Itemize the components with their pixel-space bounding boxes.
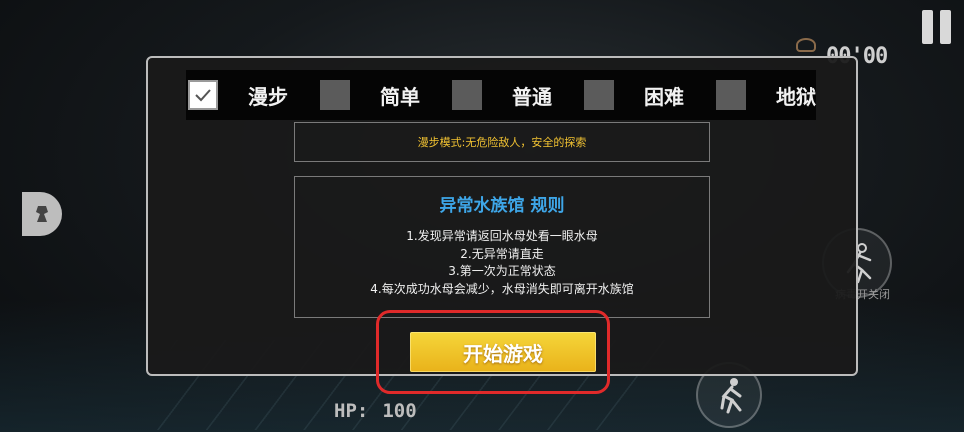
character-icon [36,206,48,222]
hp-value: 100 [382,400,417,422]
difficulty-label: 普通 [512,84,552,109]
difficulty-option-hell[interactable]: 地狱 [714,80,846,110]
difficulty-option-easy[interactable]: 简单 [318,80,450,110]
difficulty-selector: 漫步 简单 普通 困难 地狱 [186,70,816,120]
difficulty-option-stroll[interactable]: 漫步 [186,80,318,110]
left-action-button[interactable] [22,192,62,236]
difficulty-checkbox[interactable] [452,80,482,110]
rules-list: 1.发现异常请返回水母处看一眼水母 2.无异常请直走 3.第一次为正常状态 4.… [295,228,709,298]
difficulty-option-normal[interactable]: 普通 [450,80,582,110]
rule-item: 4.每次成功水母会减少，水母消失即可离开水族馆 [370,281,634,296]
difficulty-checkbox[interactable] [584,80,614,110]
timer-icon [796,38,816,52]
crouch-figure-icon [720,378,742,414]
difficulty-checkbox[interactable] [320,80,350,110]
mode-description: 漫步模式:无危险敌人，安全的探索 [294,122,710,162]
difficulty-checkbox[interactable] [716,80,746,110]
pause-button[interactable] [920,10,954,46]
rule-item: 3.第一次为正常状态 [448,264,556,278]
difficulty-label: 困难 [644,84,684,109]
difficulty-label: 简单 [380,84,420,109]
rules-panel: 异常水族馆 规则 1.发现异常请返回水母处看一眼水母 2.无异常请直走 3.第一… [294,176,710,318]
rules-title: 异常水族馆 规则 [439,196,565,216]
hp-label: HP: [334,400,369,422]
pause-icon [922,10,933,44]
rule-item: 2.无异常请直走 [460,246,544,261]
hp-display: HP: 100 [334,400,417,422]
difficulty-option-hard[interactable]: 困难 [582,80,714,110]
highlight-annotation [376,310,610,394]
checkmark-icon [195,89,211,102]
rule-item: 1.发现异常请返回水母处看一眼水母 [406,229,598,243]
difficulty-label: 漫步 [248,84,288,109]
difficulty-label: 地狱 [776,84,816,109]
difficulty-checkbox[interactable] [188,80,218,110]
